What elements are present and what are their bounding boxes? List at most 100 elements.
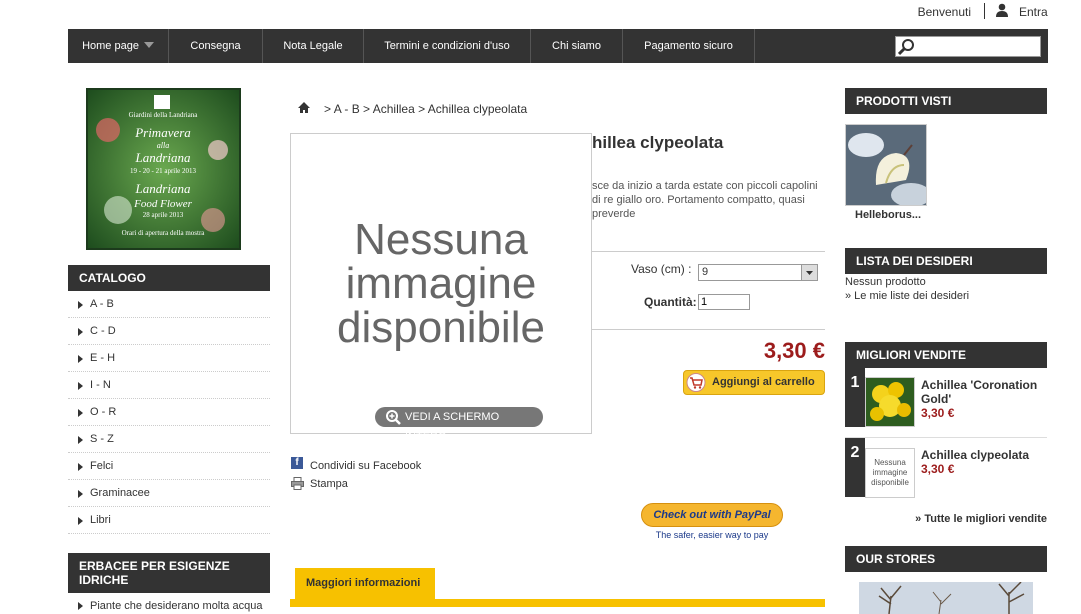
vaso-label: Vaso (cm) : (631, 262, 692, 276)
catalog-item-label: E - H (90, 352, 116, 364)
banner-line: 28 aprile 2013 (143, 211, 184, 219)
banner-line: alla (157, 141, 169, 150)
product-price: 3,30 € (763, 338, 825, 363)
breadcrumb-sep: > (418, 102, 426, 116)
welcome-text: Benvenuti (917, 5, 971, 19)
chevron-right-icon (78, 602, 83, 610)
breadcrumb-sep: > (324, 102, 332, 116)
catalog-item-label: A - B (90, 298, 114, 310)
nav-item-pagamento[interactable]: Pagamento sicuro (623, 29, 755, 63)
nav-item-consegna[interactable]: Consegna (169, 29, 263, 63)
nav-item-label: Consegna (190, 40, 241, 52)
nav-item-chi-siamo[interactable]: Chi siamo (531, 29, 623, 63)
nav-item-termini[interactable]: Termini e condizioni d'uso (364, 29, 531, 63)
tab-more-info[interactable]: Maggiori informazioni (295, 568, 435, 599)
erbacee-item[interactable]: Piante che desiderano molta acqua (68, 598, 270, 614)
nav-item-nota-legale[interactable]: Nota Legale (263, 29, 364, 63)
chevron-right-icon (78, 409, 83, 417)
bestseller-thumb[interactable] (865, 377, 915, 427)
share-facebook-link[interactable]: Condividi su Facebook (310, 460, 421, 472)
catalog-item[interactable]: S - Z (68, 426, 270, 453)
erbacee-heading: ERBACEE PER ESIGENZE IDRICHE (68, 553, 270, 593)
print-icon[interactable] (291, 477, 304, 490)
nav-item-label: Home page (82, 40, 139, 52)
paypal-tagline: The safer, easier way to pay (655, 530, 769, 540)
catalog-item[interactable]: Graminacee (68, 480, 270, 507)
bestsellers-heading: MIGLIORI VENDITE (845, 342, 1047, 368)
wishlist-empty-text: Nessun prodotto (845, 276, 926, 288)
vaso-select[interactable]: 9 (698, 264, 818, 281)
chevron-right-icon (78, 463, 83, 471)
user-icon[interactable] (995, 3, 1009, 17)
chevron-right-icon (78, 301, 83, 309)
add-to-cart-label: Aggiungi al carrello (712, 376, 815, 388)
stores-heading: OUR STORES (845, 546, 1047, 572)
wishlist-heading: LISTA DEI DESIDERI (845, 248, 1047, 274)
top-divider (984, 3, 985, 19)
chevron-right-icon (78, 355, 83, 363)
catalog-item-label: Felci (90, 460, 114, 472)
breadcrumb-item: Achillea clypeolata (427, 102, 528, 116)
search-icon[interactable] (897, 38, 916, 56)
event-banner[interactable]: Giardini della Landriana Primavera alla … (86, 88, 241, 250)
banner-line: Landriana (135, 150, 191, 165)
catalog-item[interactable]: Felci (68, 453, 270, 480)
cart-icon (686, 373, 706, 392)
catalog-item-label: C - D (90, 325, 116, 337)
erbacee-item-label: Piante che desiderano molta acqua (90, 600, 263, 612)
banner-line: Landriana (135, 181, 191, 196)
catalog-item[interactable]: A - B (68, 291, 270, 318)
bestseller-rank: 1 (845, 368, 865, 427)
nav-item-label: Pagamento sicuro (644, 40, 733, 52)
catalog-item-label: O - R (90, 406, 117, 418)
nav-item-home[interactable]: Home page (68, 29, 169, 63)
chevron-down-icon (143, 42, 154, 48)
facebook-icon[interactable]: f (291, 457, 303, 469)
chevron-right-icon (78, 517, 83, 525)
paypal-label: Check out with PayPal (653, 509, 771, 521)
viewed-product-thumb[interactable] (845, 124, 927, 206)
nav-item-label: Nota Legale (283, 40, 343, 52)
chevron-right-icon (78, 436, 83, 444)
my-wishlists-link[interactable]: » Le mie liste dei desideri (845, 290, 969, 302)
search-input[interactable] (895, 36, 1041, 57)
catalog-item[interactable]: Libri (68, 507, 270, 534)
catalog-item-label: Graminacee (90, 487, 150, 499)
login-link[interactable]: Entra (1019, 5, 1048, 19)
no-image-text: Nessuna immagine disponibile (337, 215, 545, 352)
store-image[interactable] (859, 582, 1033, 614)
nav-item-label: Termini e condizioni d'uso (384, 40, 510, 52)
product-title: hillea clypeolata (592, 133, 724, 152)
bestseller-rank: 2 (845, 438, 865, 497)
breadcrumb: > A - B > Achillea > Achillea clypeolata (324, 102, 527, 116)
catalog-item[interactable]: O - R (68, 399, 270, 426)
catalog-heading: CATALOGO (68, 265, 270, 291)
bestseller-name[interactable]: Achillea clypeolata (921, 448, 1047, 462)
breadcrumb-item[interactable]: A - B (334, 102, 360, 116)
tab-underline (290, 599, 825, 607)
bestseller-thumb[interactable]: Nessuna immagine disponibile (865, 448, 915, 498)
chevron-right-icon (78, 382, 83, 390)
nav-item-label: Chi siamo (552, 40, 601, 52)
home-icon[interactable] (297, 101, 311, 114)
catalog-item[interactable]: C - D (68, 318, 270, 345)
product-description: sce da inizio a tarda estate con piccoli… (592, 180, 818, 220)
bestseller-name[interactable]: Achillea 'Coronation Gold' (921, 378, 1047, 406)
banner-line: Primavera (134, 125, 191, 140)
catalog-item[interactable]: I - N (68, 372, 270, 399)
viewed-product-name[interactable]: Helleborus... (855, 209, 921, 221)
catalog-item-label: Libri (90, 514, 111, 526)
banner-line: 19 - 20 - 21 aprile 2013 (130, 167, 197, 175)
divider (592, 251, 825, 252)
chevron-down-icon[interactable] (801, 265, 817, 280)
catalog-item[interactable]: E - H (68, 345, 270, 372)
paypal-checkout-button[interactable]: Check out with PayPal (641, 503, 783, 527)
quantity-input[interactable] (698, 294, 750, 310)
catalog-item-label: I - N (90, 379, 111, 391)
banner-line: Orari di apertura della mostra (122, 229, 206, 237)
divider (845, 437, 1047, 438)
all-bestsellers-link[interactable]: » Tutte le migliori vendite (845, 513, 1047, 525)
print-link[interactable]: Stampa (310, 478, 348, 490)
catalog-item-label: S - Z (90, 433, 114, 445)
breadcrumb-item[interactable]: Achillea (373, 102, 415, 116)
